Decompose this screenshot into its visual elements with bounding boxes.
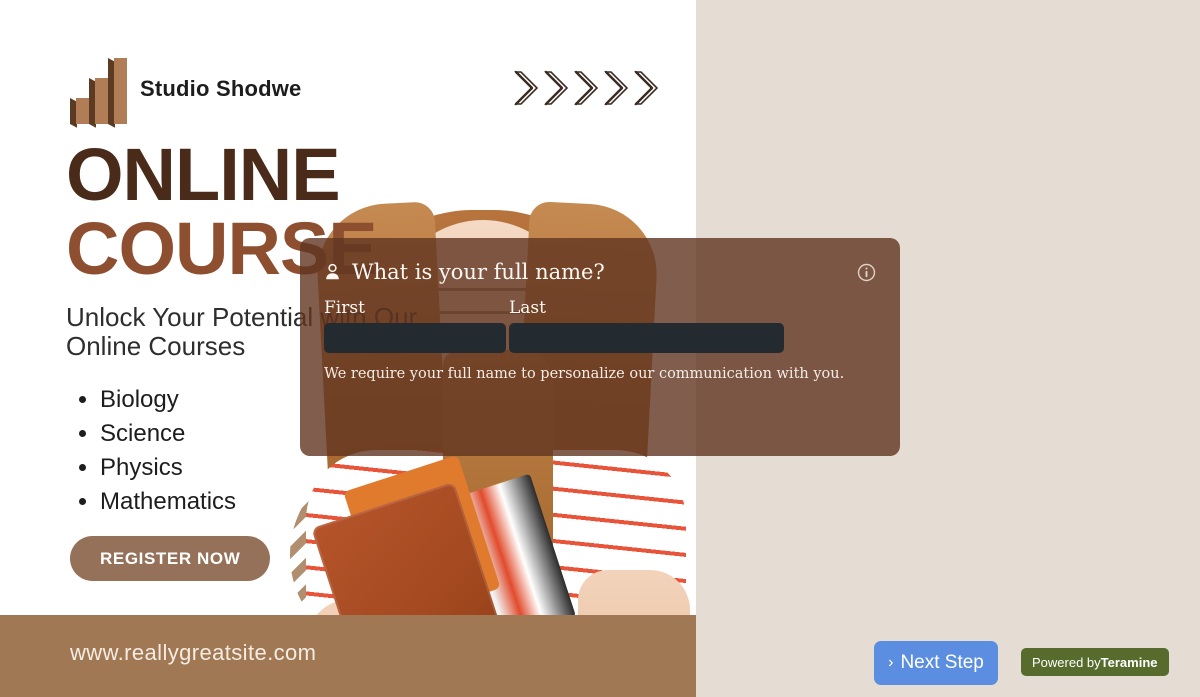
next-step-button[interactable]: › Next Step [874, 641, 998, 685]
chevron-right-icon [544, 70, 568, 106]
brand-name: Studio Shodwe [140, 76, 302, 101]
register-now-button[interactable]: REGISTER NOW [70, 536, 271, 581]
list-item: Biology [100, 383, 236, 417]
list-item: Science [100, 417, 236, 451]
brand-lockup: Studio Shodwe [70, 54, 302, 128]
name-inputs [324, 323, 876, 353]
powered-by-badge[interactable]: Powered by Teramine [1021, 648, 1169, 676]
chevron-right-icon [574, 70, 598, 106]
last-name-input[interactable] [509, 323, 784, 353]
question-row: What is your full name? [324, 260, 876, 284]
powered-by-brand: Teramine [1100, 654, 1158, 670]
chevron-right-icon [634, 70, 658, 106]
topics-list: Biology Science Physics Mathematics [100, 383, 236, 519]
first-name-label: First [324, 298, 365, 318]
first-name-input[interactable] [324, 323, 506, 353]
next-step-label: Next Step [900, 652, 984, 673]
list-item: Physics [100, 451, 236, 485]
person-icon [326, 263, 339, 280]
powered-by-prefix: Powered by [1032, 654, 1101, 670]
helper-text: We require your full name to personalize… [324, 366, 845, 382]
info-circle-icon[interactable] [857, 263, 876, 282]
last-name-label: Last [509, 298, 546, 318]
full-name-form-panel: What is your full name? First Last We re… [300, 238, 900, 456]
chevron-right-icon: › [888, 654, 894, 671]
headline-line-1: ONLINE [66, 133, 341, 216]
chevron-right-icon [604, 70, 628, 106]
question-text: What is your full name? [352, 260, 605, 284]
chevron-right-icon [514, 70, 538, 106]
question-label-group: What is your full name? [324, 260, 605, 284]
footer-url: www.reallygreatsite.com [70, 640, 317, 665]
bar-chart-logo-icon [70, 54, 127, 128]
list-item: Mathematics [100, 485, 236, 519]
chevron-decoration [510, 66, 658, 110]
field-labels: First Last [324, 298, 876, 318]
